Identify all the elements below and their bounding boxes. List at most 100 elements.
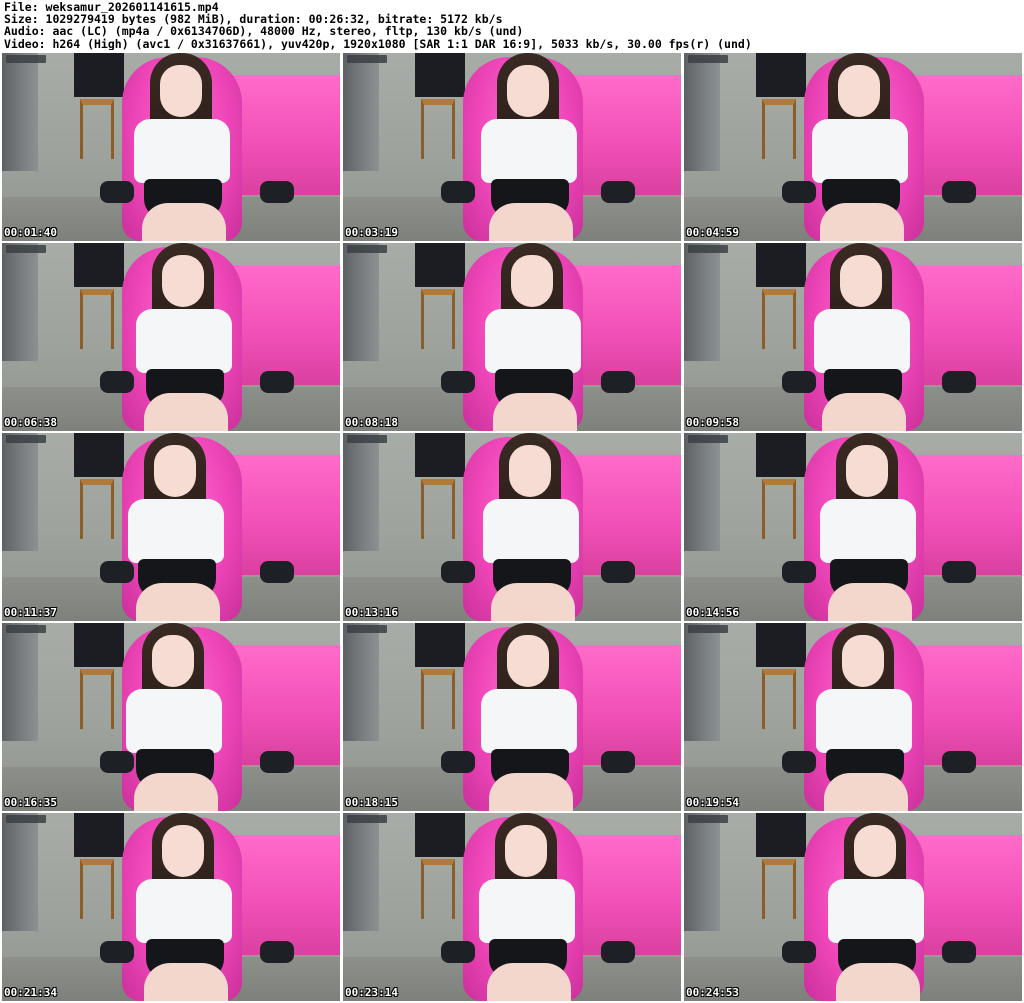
- frame-timestamp: 00:14:56: [686, 606, 739, 619]
- room-door: [2, 623, 38, 741]
- room-door: [343, 813, 379, 931]
- video-frame-thumbnail: 00:23:14: [343, 813, 681, 1001]
- video-frame-thumbnail: 00:09:58: [684, 243, 1022, 431]
- watermark-badge: [688, 815, 728, 823]
- room-door: [343, 243, 379, 361]
- video-info-line: Video: h264 (High) (avc1 / 0x31637661), …: [4, 37, 752, 50]
- chair-armrest-right: [942, 561, 976, 583]
- frame-timestamp: 00:06:38: [4, 416, 57, 429]
- watermark-badge: [6, 625, 46, 633]
- chair-armrest-right: [601, 941, 635, 963]
- person-legs: [144, 393, 228, 431]
- chair-armrest-right: [260, 561, 294, 583]
- room-door: [2, 813, 38, 931]
- side-stand: [762, 479, 796, 539]
- chair-armrest-right: [942, 181, 976, 203]
- person-white-shirt: [812, 119, 908, 183]
- wall-poster: [415, 813, 465, 857]
- person-white-shirt: [128, 499, 224, 563]
- person-white-shirt: [485, 309, 581, 373]
- chair-armrest-left: [782, 561, 816, 583]
- watermark-badge: [347, 625, 387, 633]
- chair-armrest-left: [782, 181, 816, 203]
- room-door: [2, 243, 38, 361]
- wall-poster: [74, 813, 124, 857]
- watermark-badge: [6, 815, 46, 823]
- person-white-shirt: [126, 689, 222, 753]
- chair-armrest-right: [601, 181, 635, 203]
- thumbnail-grid: 00:01:40 00:03:19 00:04:59 00:06:38 00:08:18…: [2, 53, 1022, 1001]
- side-stand: [421, 289, 455, 349]
- chair-armrest-right: [260, 941, 294, 963]
- person-white-shirt: [479, 879, 575, 943]
- wall-poster: [756, 623, 806, 667]
- person-legs: [491, 583, 575, 621]
- chair-armrest-left: [782, 751, 816, 773]
- chair-armrest-left: [782, 941, 816, 963]
- watermark-badge: [347, 435, 387, 443]
- frame-timestamp: 00:09:58: [686, 416, 739, 429]
- video-frame-thumbnail: 00:19:54: [684, 623, 1022, 811]
- person-face: [152, 635, 194, 687]
- person-legs: [828, 583, 912, 621]
- watermark-badge: [347, 245, 387, 253]
- frame-timestamp: 00:23:14: [345, 986, 398, 999]
- person-white-shirt: [828, 879, 924, 943]
- side-stand: [762, 99, 796, 159]
- person-legs: [824, 773, 908, 811]
- video-frame-thumbnail: 00:11:37: [2, 433, 340, 621]
- frame-timestamp: 00:24:53: [686, 986, 739, 999]
- person-legs: [820, 203, 904, 241]
- room-door: [684, 243, 720, 361]
- side-stand: [421, 669, 455, 729]
- person-face: [846, 445, 888, 497]
- file-size-line: Size: 1029279419 bytes (982 MiB), durati…: [4, 13, 503, 26]
- chair-armrest-left: [441, 941, 475, 963]
- watermark-badge: [688, 625, 728, 633]
- side-stand: [421, 479, 455, 539]
- chair-armrest-right: [260, 751, 294, 773]
- room-door: [2, 53, 38, 171]
- chair-armrest-left: [100, 371, 134, 393]
- person-face: [840, 255, 882, 307]
- person-face: [511, 255, 553, 307]
- side-stand: [762, 669, 796, 729]
- frame-timestamp: 00:11:37: [4, 606, 57, 619]
- person-face: [505, 825, 547, 877]
- frame-timestamp: 00:13:16: [345, 606, 398, 619]
- room-door: [2, 433, 38, 551]
- room-door: [684, 53, 720, 171]
- wall-poster: [415, 53, 465, 97]
- wall-poster: [74, 243, 124, 287]
- frame-timestamp: 00:21:34: [4, 986, 57, 999]
- file-name-line: File: weksamur_202601141615.mp4: [4, 1, 219, 14]
- watermark-badge: [688, 435, 728, 443]
- watermark-badge: [347, 55, 387, 63]
- chair-armrest-left: [441, 561, 475, 583]
- video-frame-thumbnail: 00:01:40: [2, 53, 340, 241]
- room-door: [343, 53, 379, 171]
- person-white-shirt: [483, 499, 579, 563]
- watermark-badge: [688, 55, 728, 63]
- watermark-badge: [6, 435, 46, 443]
- chair-armrest-left: [782, 371, 816, 393]
- chair-armrest-right: [260, 181, 294, 203]
- person-legs: [489, 773, 573, 811]
- frame-timestamp: 00:18:15: [345, 796, 398, 809]
- person-legs: [836, 963, 920, 1001]
- person-face: [838, 65, 880, 117]
- video-frame-thumbnail: 00:03:19: [343, 53, 681, 241]
- watermark-badge: [688, 245, 728, 253]
- person-face: [507, 65, 549, 117]
- chair-armrest-left: [100, 941, 134, 963]
- watermark-badge: [6, 245, 46, 253]
- person-face: [154, 445, 196, 497]
- chair-armrest-right: [942, 751, 976, 773]
- chair-armrest-right: [942, 371, 976, 393]
- person-legs: [822, 393, 906, 431]
- chair-armrest-left: [441, 371, 475, 393]
- wall-poster: [415, 433, 465, 477]
- side-stand: [762, 859, 796, 919]
- video-frame-thumbnail: 00:14:56: [684, 433, 1022, 621]
- video-frame-thumbnail: 00:13:16: [343, 433, 681, 621]
